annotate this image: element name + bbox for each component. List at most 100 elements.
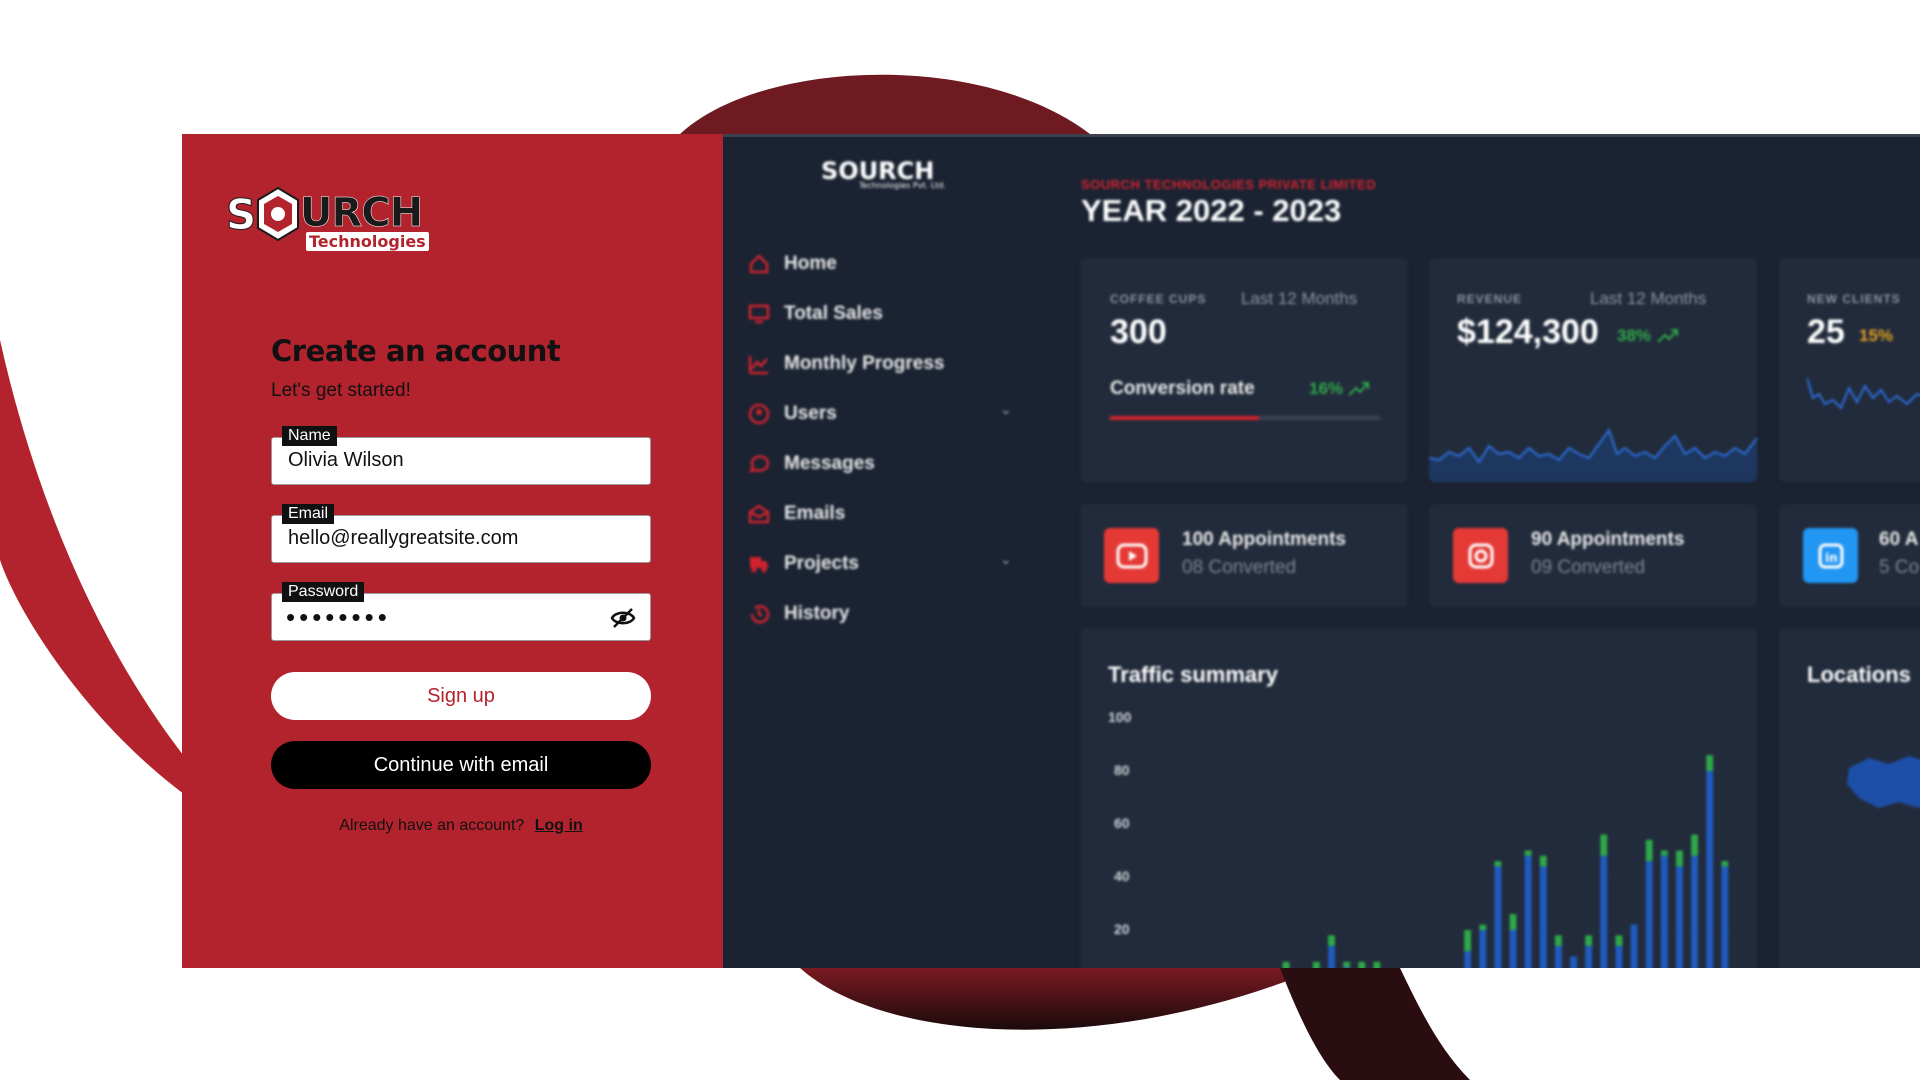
bar-segment-green — [1524, 850, 1532, 856]
instagram-appointments-sub: 09 Converted — [1531, 557, 1646, 578]
nav-home[interactable]: Home — [748, 249, 837, 279]
name-field[interactable]: Name Olivia Wilson — [271, 426, 651, 485]
youtube-appointments-sub: 08 Converted — [1182, 557, 1297, 578]
bar-segment-green — [1645, 839, 1653, 862]
bar-segment-green — [1282, 961, 1290, 968]
nav-history[interactable]: History — [748, 599, 849, 629]
revenue-card: REVENUE Last 12 Months $124,300 38% — [1429, 258, 1757, 482]
dashboard-logo-small: Technologies Pvt. Ltd. — [859, 181, 946, 190]
eye-off-icon[interactable] — [610, 606, 636, 630]
coffee-cups-period: Last 12 Months — [1241, 289, 1358, 308]
y-tick-label: 100 — [1108, 709, 1132, 725]
linkedin-appointments-sub: 5 Co — [1879, 557, 1920, 578]
nav-history-label: History — [784, 603, 850, 624]
nav-total-sales[interactable]: Total Sales — [748, 299, 883, 329]
conversion-rate-label: Conversion rate — [1110, 378, 1255, 399]
instagram-appointments-title: 90 Appointments — [1531, 529, 1685, 550]
coffee-cups-label: COFFEE CUPS — [1110, 292, 1207, 306]
bar-segment-blue — [1328, 945, 1335, 968]
bar-segment-green — [1509, 914, 1517, 930]
bar-segment-green — [1494, 861, 1502, 867]
bar-segment-green — [1600, 834, 1608, 856]
bar-segment-green — [1373, 961, 1381, 968]
nav-users[interactable]: Users — [748, 399, 837, 429]
bar-segment-green — [1358, 961, 1366, 968]
bar-segment-green — [1539, 855, 1547, 867]
bar-segment-blue — [1600, 855, 1608, 968]
bar-segment-blue — [1539, 866, 1547, 968]
bar-segment-green — [1721, 861, 1729, 867]
password-field[interactable]: Password •••••••• — [271, 582, 651, 641]
y-tick-label: 60 — [1114, 815, 1130, 831]
nav-messages[interactable]: Messages — [748, 449, 875, 479]
truck-icon — [750, 557, 768, 573]
logo-wordmark: URCH — [300, 190, 424, 237]
bar-segment-green — [1343, 961, 1351, 968]
nav-users-label: Users — [784, 403, 837, 424]
bar-segment-green — [1706, 755, 1714, 771]
bar-segment-blue — [1645, 861, 1653, 968]
nav-messages-label: Messages — [784, 453, 875, 474]
y-tick-label: 80 — [1114, 762, 1130, 778]
bar-segment-blue — [1494, 866, 1502, 968]
email-field[interactable]: Email hello@reallygreatsite.com — [271, 504, 651, 563]
login-link[interactable]: Log in — [535, 817, 583, 834]
nav-projects-label: Projects — [784, 553, 859, 574]
form-subtitle: Let's get started! — [271, 380, 411, 401]
traffic-summary-card: Traffic summary 100 80 60 40 20 — [1080, 628, 1757, 968]
bar-segment-blue — [1630, 924, 1638, 968]
history-icon — [750, 605, 770, 624]
dashboard-preview: SOURCH Technologies Pvt. Ltd. Home Total… — [723, 134, 1920, 968]
bar-segment-blue — [1585, 945, 1593, 968]
dashboard-logo: SOURCH Technologies Pvt. Ltd. — [821, 157, 946, 190]
locations-card: Locations — [1779, 628, 1920, 968]
revenue-sparkline — [1429, 427, 1757, 482]
bar-segment-blue — [1555, 945, 1562, 968]
bar-segment-blue — [1615, 945, 1623, 968]
conversion-progress-track — [1110, 416, 1380, 420]
bar-segment-blue — [1524, 855, 1532, 968]
login-prompt: Already have an account? Log in — [271, 817, 651, 835]
locations-title: Locations — [1807, 662, 1911, 687]
continue-with-email-button[interactable]: Continue with email — [271, 741, 651, 789]
nav-monthly-progress[interactable]: Monthly Progress — [748, 349, 944, 379]
trend-up-icon — [1348, 382, 1369, 396]
bar-segment-blue — [1676, 866, 1683, 968]
users-chevron-icon[interactable]: ⌄ — [1000, 401, 1012, 418]
bar-segment-blue — [1706, 771, 1714, 968]
nav-emails-label: Emails — [784, 503, 846, 524]
name-value[interactable]: Olivia Wilson — [288, 449, 404, 472]
form-title: Create an account — [271, 334, 561, 368]
nav-total-sales-label: Total Sales — [784, 303, 883, 324]
nav-emails[interactable]: Emails — [748, 499, 845, 529]
instagram-icon — [1453, 528, 1508, 583]
chart-icon — [748, 356, 768, 375]
password-label: Password — [282, 582, 365, 602]
revenue-value: $124,300 — [1457, 313, 1599, 351]
revenue-period: Last 12 Months — [1590, 289, 1707, 308]
youtube-appointments-card: 100 Appointments 08 Converted — [1080, 504, 1408, 607]
projects-chevron-icon[interactable]: ⌄ — [1000, 551, 1012, 568]
linkedin-appointments-card: in 60 A 5 Co — [1779, 504, 1920, 607]
login-prompt-text: Already have an account? — [339, 817, 525, 834]
logo-letter: S — [225, 190, 257, 240]
envelope-icon — [748, 504, 770, 524]
year-title: YEAR 2022 - 2023 — [1081, 193, 1342, 228]
svg-text:in: in — [1825, 551, 1838, 565]
user-icon — [748, 403, 770, 425]
locations-map — [1847, 756, 1920, 808]
email-value[interactable]: hello@reallygreatsite.com — [288, 527, 518, 550]
bar-segment-blue — [1691, 855, 1698, 968]
instagram-appointments-card: 90 Appointments 09 Converted — [1429, 504, 1757, 607]
company-logo: S URCH Technologies — [225, 186, 429, 252]
traffic-chart — [1142, 717, 1732, 968]
bar-segment-blue — [1721, 866, 1729, 968]
y-tick-label: 20 — [1114, 921, 1130, 937]
home-icon — [749, 254, 769, 274]
sign-up-button[interactable]: Sign up — [271, 672, 651, 720]
bar-segment-green — [1328, 935, 1335, 946]
nav-projects[interactable]: Projects — [748, 549, 859, 579]
password-value[interactable]: •••••••• — [286, 602, 391, 633]
nav-monthly-progress-label: Monthly Progress — [784, 353, 945, 374]
bar-segment-green — [1312, 961, 1320, 968]
